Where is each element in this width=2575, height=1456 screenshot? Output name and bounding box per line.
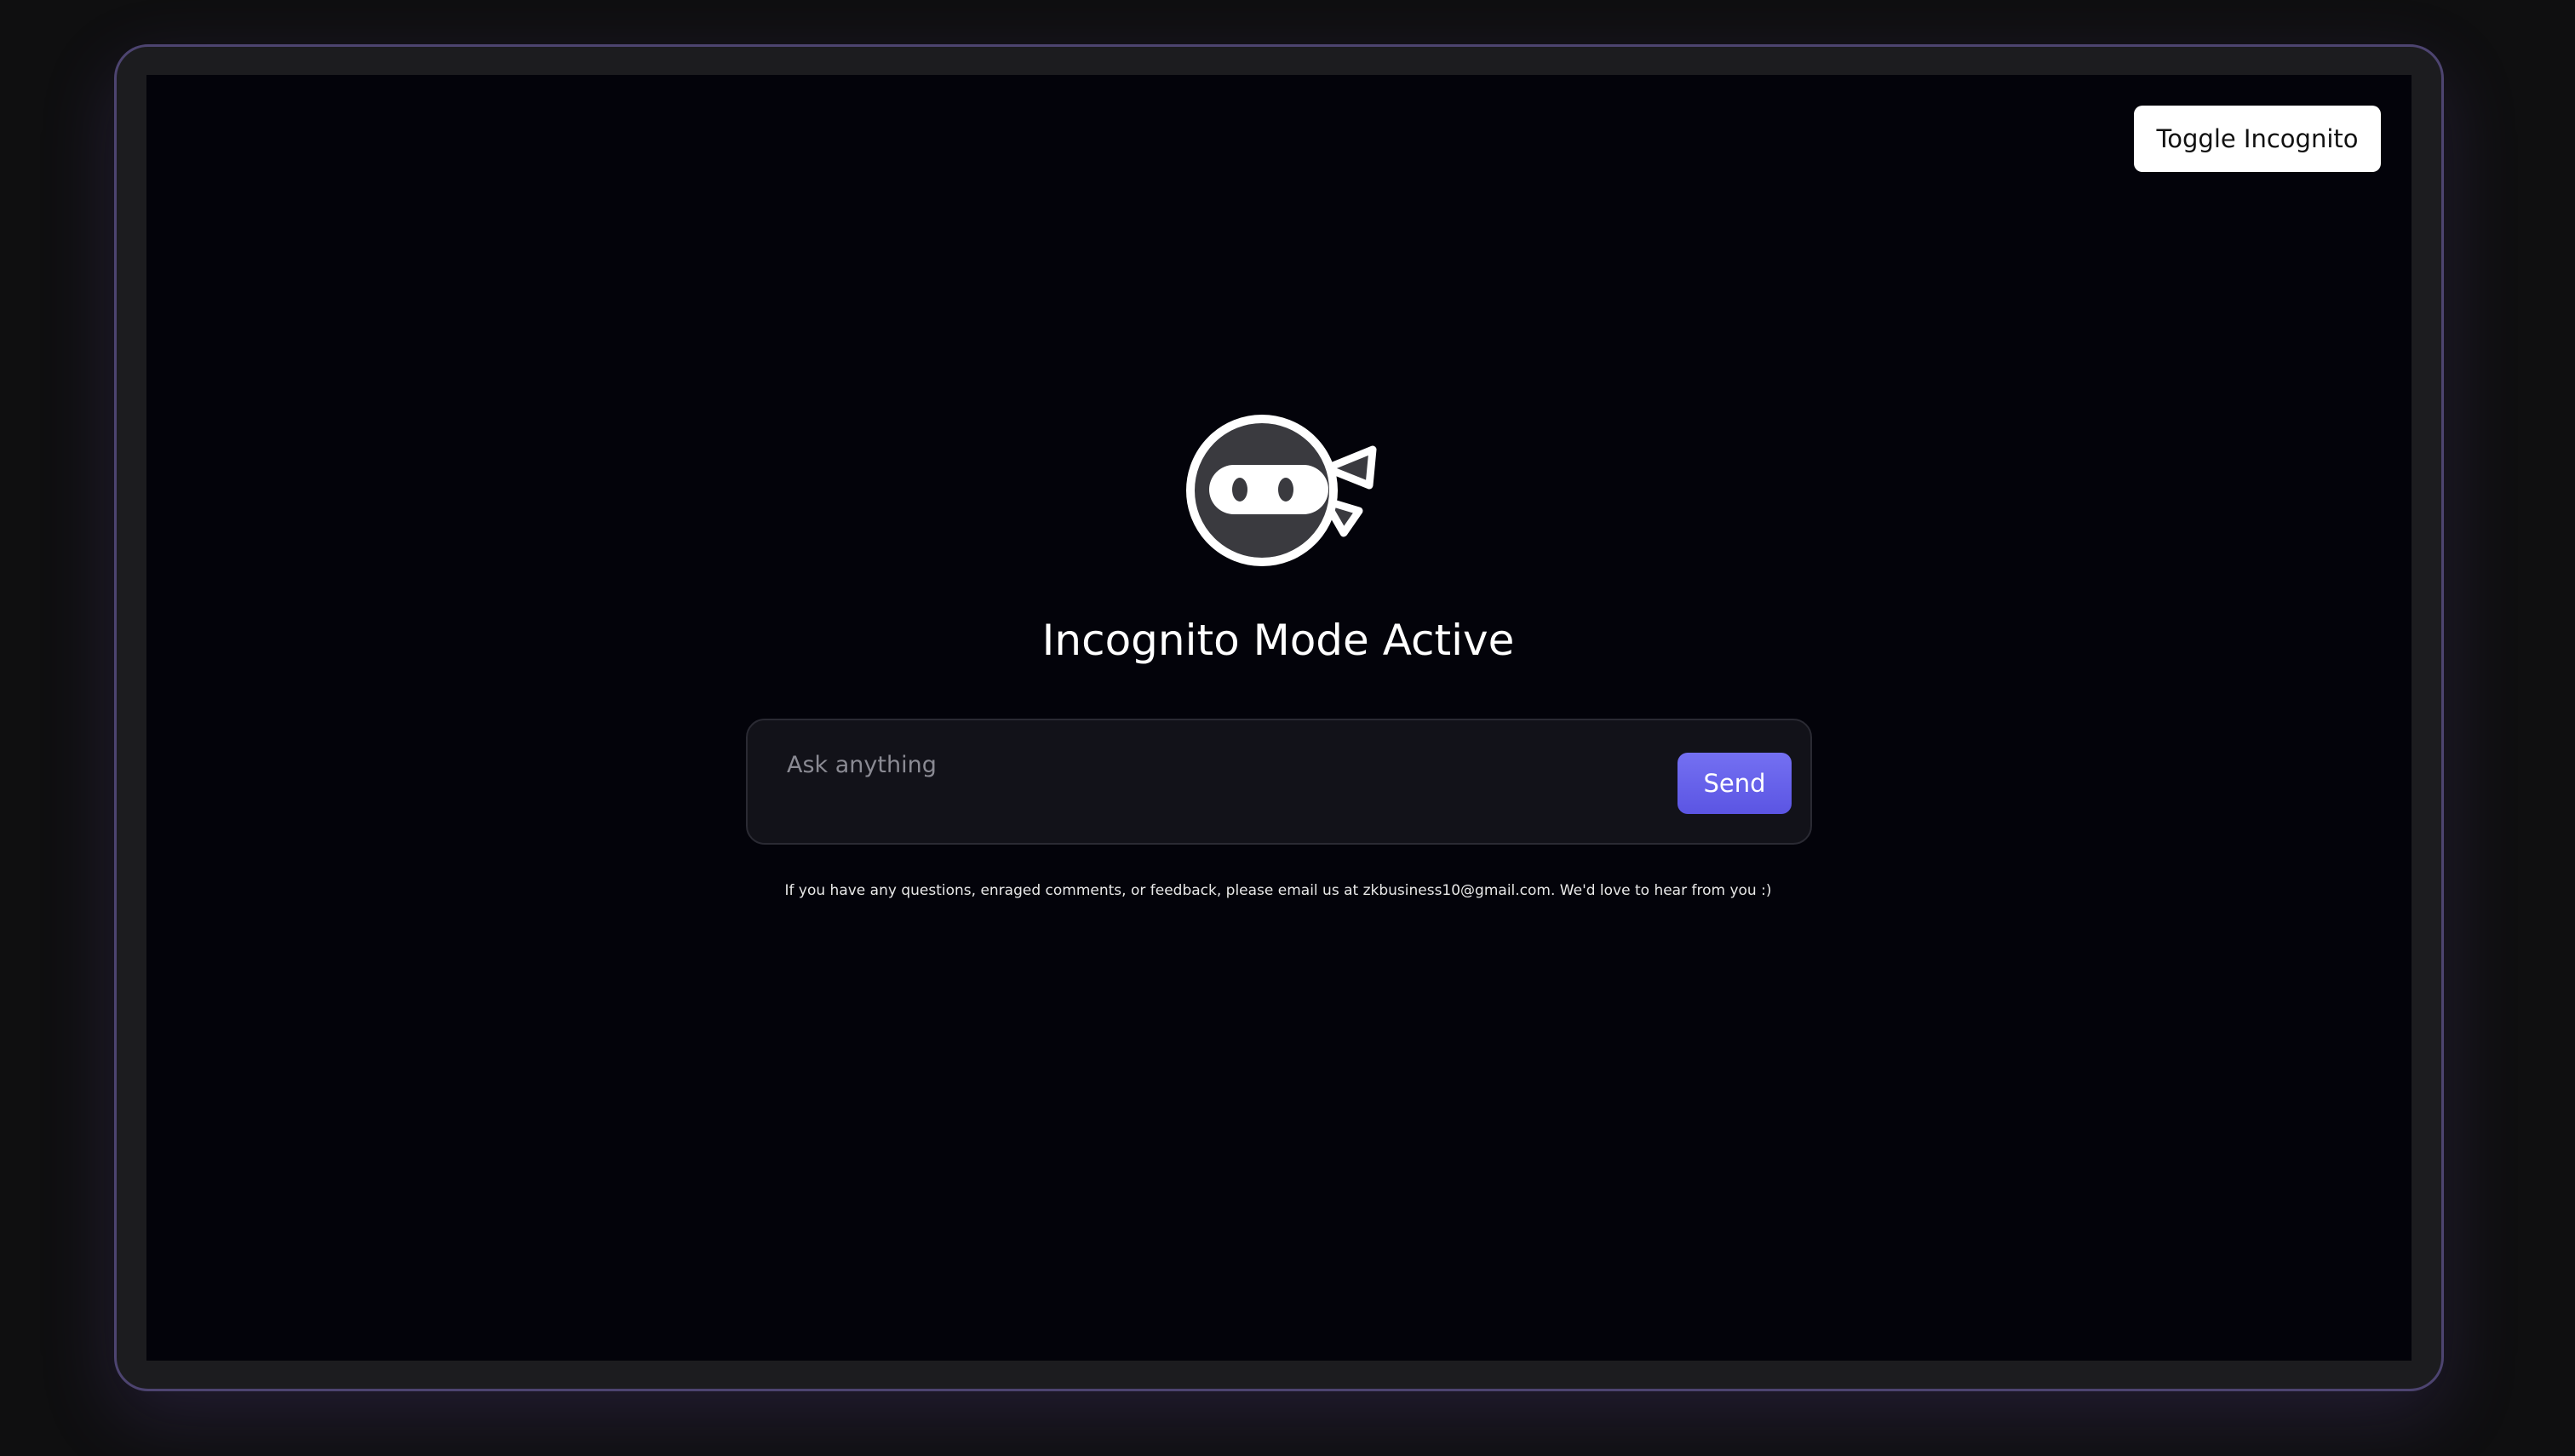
feedback-note: If you have any questions, enraged comme… (784, 882, 1772, 899)
chat-input-box: Send (746, 719, 1812, 845)
ask-input[interactable] (785, 746, 1679, 783)
send-button[interactable]: Send (1677, 753, 1792, 814)
page-title: Incognito Mode Active (1041, 616, 1515, 665)
app-screen (146, 75, 2412, 1361)
ninja-icon (1186, 415, 1377, 566)
toggle-incognito-button[interactable]: Toggle Incognito (2134, 106, 2381, 172)
